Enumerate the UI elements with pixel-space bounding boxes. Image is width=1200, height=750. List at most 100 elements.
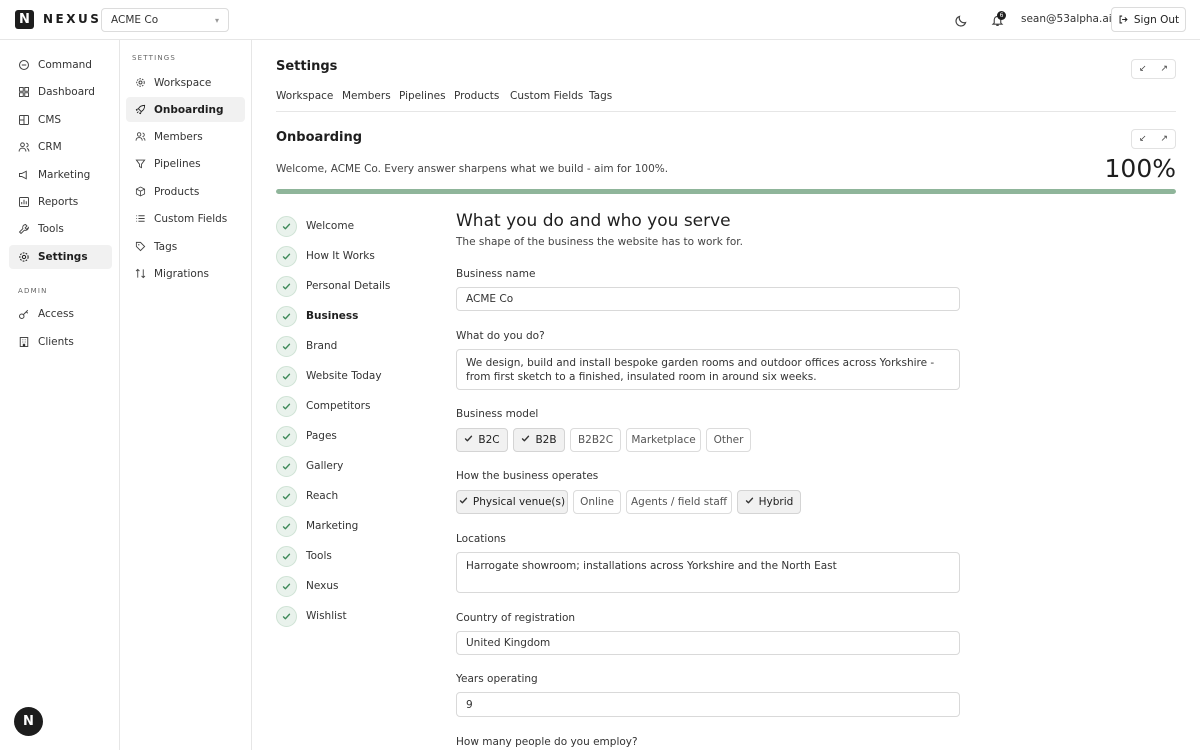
what-do-label: What do you do?	[456, 330, 545, 342]
tab-pipelines[interactable]: Pipelines	[399, 90, 446, 102]
chip-label: B2C	[478, 434, 500, 446]
nav-item-access[interactable]: Access	[9, 302, 112, 326]
tab-products[interactable]: Products	[454, 90, 499, 102]
nav-item-label: Reports	[38, 196, 79, 208]
notifications-bell-icon[interactable]: 6	[988, 11, 1006, 29]
onboarding-step-gallery[interactable]: Gallery	[276, 455, 343, 477]
option-chip-online[interactable]: Online	[573, 490, 621, 514]
key-icon	[19, 309, 29, 319]
arrows-icon	[135, 268, 146, 279]
option-chip-b2c[interactable]: B2C	[456, 428, 508, 452]
country-input[interactable]: United Kingdom	[456, 631, 960, 655]
settings-sidebar-title: SETTINGS	[132, 54, 177, 62]
check-circle-icon	[276, 275, 297, 297]
option-chip-marketplace[interactable]: Marketplace	[626, 428, 701, 452]
nav-item-label: Marketing	[38, 169, 91, 181]
onboarding-step-website-today[interactable]: Website Today	[276, 365, 382, 387]
subnav-item-pipelines[interactable]: Pipelines	[126, 151, 245, 176]
check-circle-icon	[276, 425, 297, 447]
nav-item-command[interactable]: Command	[9, 53, 112, 77]
business-name-input[interactable]: ACME Co	[456, 287, 960, 311]
maximize-icon[interactable]: ↗	[1160, 64, 1168, 74]
nav-item-marketing[interactable]: Marketing	[9, 163, 112, 187]
subnav-item-members[interactable]: Members	[126, 124, 245, 149]
subnav-item-tags[interactable]: Tags	[126, 234, 245, 259]
tab-custom-fields[interactable]: Custom Fields	[510, 90, 583, 102]
onboarding-step-tools[interactable]: Tools	[276, 545, 332, 567]
subnav-item-workspace[interactable]: Workspace	[126, 70, 245, 95]
org-select-value: ACME Co	[111, 14, 159, 26]
users-icon	[135, 132, 146, 141]
onboarding-step-brand[interactable]: Brand	[276, 335, 337, 357]
locations-textarea[interactable]: Harrogate showroom; installations across…	[456, 552, 960, 593]
minimize-icon[interactable]: ↙	[1139, 134, 1147, 144]
check-circle-icon	[276, 335, 297, 357]
onboarding-step-welcome[interactable]: Welcome	[276, 215, 354, 237]
cms-icon	[19, 115, 29, 125]
check-circle-icon	[276, 605, 297, 627]
check-icon	[745, 496, 754, 508]
nav-item-dashboard[interactable]: Dashboard	[9, 80, 112, 104]
onboarding-step-personal-details[interactable]: Personal Details	[276, 275, 390, 297]
progress-fill	[276, 189, 1176, 194]
tag-icon	[135, 241, 146, 252]
option-chip-other[interactable]: Other	[706, 428, 751, 452]
step-label: Tools	[306, 550, 332, 562]
chip-label: Marketplace	[631, 434, 696, 446]
minimize-icon[interactable]: ↙	[1139, 64, 1147, 74]
nav-item-settings[interactable]: Settings	[9, 245, 112, 269]
reports-icon	[19, 197, 29, 207]
onboarding-step-nexus[interactable]: Nexus	[276, 575, 338, 597]
chip-label: Online	[580, 496, 614, 508]
tab-tags[interactable]: Tags	[589, 90, 612, 102]
option-chip-agents-field-staff[interactable]: Agents / field staff	[626, 490, 732, 514]
subnav-item-products[interactable]: Products	[126, 179, 245, 204]
step-label: Website Today	[306, 370, 382, 382]
what-do-textarea[interactable]: We design, build and install bespoke gar…	[456, 349, 960, 390]
onboarding-step-competitors[interactable]: Competitors	[276, 395, 370, 417]
user-email[interactable]: sean@53alpha.ai	[1021, 13, 1112, 25]
subnav-item-onboarding[interactable]: Onboarding	[126, 97, 245, 122]
onboarding-step-pages[interactable]: Pages	[276, 425, 337, 447]
country-label: Country of registration	[456, 612, 576, 624]
onboarding-step-reach[interactable]: Reach	[276, 485, 338, 507]
nav-item-clients[interactable]: Clients	[9, 330, 112, 354]
years-input[interactable]: 9	[456, 692, 960, 717]
option-chip-physical-venue-s[interactable]: Physical venue(s)	[456, 490, 568, 514]
onboarding-step-wishlist[interactable]: Wishlist	[276, 605, 347, 627]
chevron-updown-icon: ▾	[214, 15, 219, 25]
maximize-icon[interactable]: ↗	[1160, 134, 1168, 144]
gear-icon	[136, 78, 145, 87]
option-chip-b2b2c[interactable]: B2B2C	[570, 428, 621, 452]
nav-item-reports[interactable]: Reports	[9, 190, 112, 214]
nexus-assistant-button[interactable]: N	[14, 707, 43, 736]
onboarding-step-marketing[interactable]: Marketing	[276, 515, 358, 537]
onboarding-step-business[interactable]: Business	[276, 305, 358, 327]
step-label: Reach	[306, 490, 339, 502]
nav-item-cms[interactable]: CMS	[9, 108, 112, 132]
employees-label: How many people do you employ?	[456, 736, 638, 748]
welcome-text: Welcome, ACME Co. Every answer sharpens …	[276, 163, 669, 175]
notifications-badge: 6	[997, 11, 1006, 20]
sign-out-button[interactable]: Sign Out	[1111, 7, 1186, 32]
org-select[interactable]: ACME Co ▾	[101, 8, 229, 32]
subnav-item-migrations[interactable]: Migrations	[126, 261, 245, 286]
nav-item-label: CRM	[38, 141, 62, 153]
subnav-item-custom-fields[interactable]: Custom Fields	[126, 206, 245, 231]
nav-item-tools[interactable]: Tools	[9, 217, 112, 241]
nav-item-crm[interactable]: CRM	[9, 135, 112, 159]
nav-item-label: Dashboard	[38, 86, 95, 98]
theme-toggle-moon-icon[interactable]	[953, 12, 969, 28]
chip-label: Other	[713, 434, 744, 446]
tab-members[interactable]: Members	[342, 90, 391, 102]
option-chip-b2b[interactable]: B2B	[513, 428, 565, 452]
onboarding-step-how-it-works[interactable]: How It Works	[276, 245, 375, 267]
option-chip-hybrid[interactable]: Hybrid	[737, 490, 801, 514]
step-label: Nexus	[306, 580, 339, 592]
tab-workspace[interactable]: Workspace	[276, 90, 333, 102]
nexus-logo-icon[interactable]: N	[15, 10, 34, 29]
step-label: Business	[306, 310, 359, 322]
filter-icon	[135, 159, 146, 169]
check-circle-icon	[276, 485, 297, 507]
step-label: Welcome	[306, 220, 355, 232]
